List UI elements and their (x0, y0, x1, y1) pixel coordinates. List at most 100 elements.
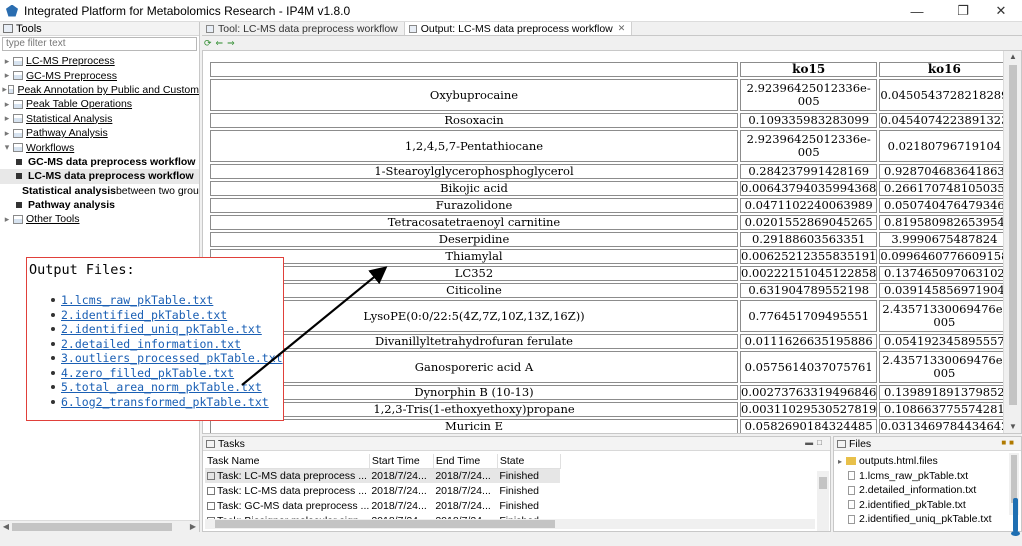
output-files-callout: Output Files: 1.lcms_raw_pkTable.txt 2.i… (26, 257, 284, 421)
tree-item-pathway-workflow[interactable]: Pathway analysis (0, 198, 199, 212)
folder-icon (8, 85, 15, 95)
collapse-arrow-icon[interactable]: ▸ (838, 457, 842, 466)
task-row[interactable]: Task: LC-MS data preprocess ... 2018/7/2… (205, 483, 560, 498)
compound-name-cell: Bikojic acid (210, 181, 738, 196)
file-item[interactable]: 2.detailed_information.txt (838, 483, 992, 498)
compound-name-cell: LysoPE(0:0/22:5(4Z,7Z,10Z,13Z,16Z)) (210, 300, 738, 332)
tree-item-peak-table-operations[interactable]: ▸ Peak Table Operations (0, 97, 199, 111)
tree-item-statistical-workflow[interactable]: Statistical analysis between two groups (0, 184, 199, 198)
tree-item-workflows[interactable]: ▾ Workflows (0, 140, 199, 154)
expand-arrow-icon[interactable]: ▸ (2, 128, 12, 139)
expand-arrow-icon[interactable]: ▸ (2, 56, 12, 67)
scroll-thumb[interactable] (819, 477, 827, 489)
task-row[interactable]: Task: GC-MS data preprocess ... 2018/7/2… (205, 498, 560, 513)
folder-icon (13, 71, 23, 81)
folder-icon (13, 114, 23, 124)
table-row: LC352 0.00222151045122858 0.13746509706310… (210, 266, 1010, 281)
expand-arrow-icon[interactable]: ▸ (2, 99, 12, 110)
compound-name-cell: 1-Stearoylglycerophosphoglycerol (210, 164, 738, 179)
output-file-link[interactable]: 6.log2_transformed_pkTable.txt (61, 395, 269, 409)
tools-view-icon (3, 24, 13, 33)
thermometer-icon (1011, 498, 1020, 536)
collapse-arrow-icon[interactable]: ▾ (2, 142, 12, 153)
tree-item-gcms-workflow[interactable]: GC-MS data preprocess workflow (0, 155, 199, 169)
file-icon (848, 514, 855, 524)
scroll-thumb[interactable] (1011, 455, 1017, 503)
file-item[interactable]: 2.identified_uniq_pkTable.txt (838, 512, 992, 527)
refresh-icon[interactable]: ⟳ (204, 38, 212, 49)
file-icon (848, 471, 855, 481)
tree-item-lcms-preprocess[interactable]: ▸ LC-MS Preprocess (0, 54, 199, 68)
bullet-icon (51, 298, 55, 303)
tab-tool-lcms-workflow[interactable]: Tool: LC-MS data preprocess workflow (202, 22, 405, 35)
compound-name-cell: Furazolidone (210, 198, 738, 213)
scroll-left-icon[interactable]: ◀ (0, 521, 12, 533)
output-file-link[interactable]: 4.zero_filled_pkTable.txt (61, 366, 234, 380)
folder-icon (13, 56, 23, 66)
output-file-link[interactable]: 2.identified_uniq_pkTable.txt (61, 322, 262, 336)
ko15-value-cell: 0.00643794035994368 (740, 181, 878, 196)
file-item[interactable]: 1.lcms_raw_pkTable.txt (838, 469, 992, 484)
tree-item-other-tools[interactable]: ▸ Other Tools (0, 212, 199, 226)
output-file-link[interactable]: 2.identified_pkTable.txt (61, 308, 227, 322)
close-window-button[interactable]: ✕ (984, 0, 1018, 22)
column-start-time[interactable]: Start Time (369, 454, 434, 469)
tools-tree: ▸ LC-MS Preprocess ▸ GC-MS Preprocess ▸ Pea… (0, 52, 199, 227)
table-row: Ganosporeric acid A 0.0575614037075761 2.4… (210, 351, 1010, 383)
column-end-time[interactable]: End Time (433, 454, 498, 469)
tool-bullet-icon (16, 173, 22, 180)
scroll-up-icon[interactable]: ▲ (1004, 51, 1021, 63)
ko15-value-cell: 0.776451709495551 (740, 300, 878, 332)
tools-horizontal-scrollbar[interactable]: ◀ ▶ (0, 520, 199, 532)
ko16-value-cell: 0.039145856971904 (879, 283, 1010, 298)
output-file-link[interactable]: 3.outliers_processed_pkTable.txt (61, 351, 283, 365)
ko15-value-cell: 0.0201552869045265 (740, 215, 878, 230)
output-vertical-scrollbar[interactable]: ▲ ▼ (1003, 51, 1021, 433)
header-ko15: ko15 (740, 62, 878, 77)
compound-name-cell: Rosoxacin (210, 113, 738, 128)
tasks-table: Task Name Start Time End Time State Task… (205, 454, 561, 528)
output-file-item: 6.log2_transformed_pkTable.txt (27, 395, 283, 410)
tasks-vertical-scrollbar[interactable] (817, 471, 829, 531)
scroll-down-icon[interactable]: ▼ (1004, 421, 1021, 433)
forward-arrow-icon[interactable]: ⇒ (227, 38, 235, 49)
tree-item-pathway-analysis[interactable]: ▸ Pathway Analysis (0, 126, 199, 140)
output-file-link[interactable]: 2.detailed_information.txt (61, 337, 241, 351)
ko16-value-cell: 0.0313469784434642 (879, 419, 1010, 433)
scroll-right-icon[interactable]: ▶ (187, 521, 199, 533)
panel-minmax-icon[interactable]: ▬□ (805, 438, 826, 447)
app-window: Integrated Platform for Metabolomics Res… (0, 0, 1022, 546)
expand-arrow-icon[interactable]: ▸ (2, 70, 12, 81)
maximize-button[interactable]: ❐ (946, 0, 980, 22)
tab-output-lcms-workflow[interactable]: Output: LC-MS data preprocess workflow ✕ (404, 22, 633, 35)
scroll-thumb[interactable] (215, 520, 555, 528)
output-file-link[interactable]: 1.lcms_raw_pkTable.txt (61, 293, 213, 307)
scroll-thumb[interactable] (1009, 65, 1017, 405)
tree-item-peak-annotation[interactable]: ▸ Peak Annotation by Public and Custom (0, 83, 199, 97)
file-item[interactable]: 2.identified_pkTable.txt (838, 498, 992, 513)
table-row: Tetracosatetraenoyl carnitine 0.020155286… (210, 215, 1010, 230)
tasks-horizontal-scrollbar[interactable] (205, 519, 815, 529)
expand-arrow-icon[interactable]: ▸ (2, 214, 12, 225)
tree-item-lcms-workflow[interactable]: LC-MS data preprocess workflow (0, 169, 199, 184)
close-tab-icon[interactable]: ✕ (618, 23, 626, 34)
files-view-icon (837, 439, 846, 448)
tree-item-statistical-analysis[interactable]: ▸ Statistical Analysis (0, 112, 199, 126)
folder-item[interactable]: ▸ outputs.html.files (838, 454, 992, 469)
column-task-name[interactable]: Task Name (205, 454, 370, 469)
folder-icon (13, 99, 23, 109)
minimize-button[interactable]: — (900, 0, 934, 22)
tools-filter-input[interactable]: type filter text (2, 37, 197, 51)
column-state[interactable]: State (497, 454, 561, 469)
scroll-thumb[interactable] (12, 523, 172, 531)
back-arrow-icon[interactable]: ⇐ (216, 38, 224, 49)
tree-item-gcms-preprocess[interactable]: ▸ GC-MS Preprocess (0, 68, 199, 82)
expand-arrow-icon[interactable]: ▸ (2, 113, 12, 124)
open-folder-icon[interactable]: ■■ (1001, 438, 1017, 447)
task-row[interactable]: Task: LC-MS data preprocess ... 2018/7/2… (205, 468, 561, 483)
output-file-link[interactable]: 5.total_area_norm_pkTable.txt (61, 380, 262, 394)
compound-name-cell: Muricin E (210, 419, 738, 433)
compound-name-cell: Dynorphin B (10-13) (210, 385, 738, 400)
file-icon (848, 485, 855, 495)
expand-arrow-icon[interactable]: ▸ (2, 84, 7, 95)
